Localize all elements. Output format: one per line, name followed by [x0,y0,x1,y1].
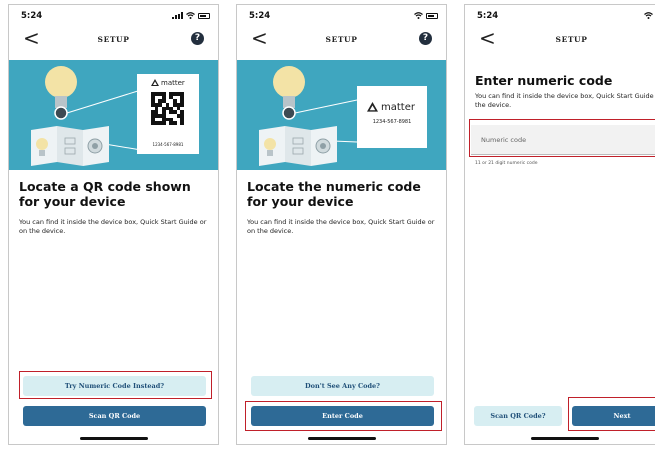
dont-see-any-code-button[interactable]: Don't See Any Code? [251,376,434,396]
qr-code [151,92,184,125]
screen-heading: Locate a QR code shown for your device [19,179,191,209]
home-indicator [79,437,148,440]
cellular-signal-icon [172,12,183,19]
wifi-icon [644,12,653,19]
screen-description: You can find it inside the device box, Q… [247,218,435,235]
highlight-frame [19,371,212,399]
numeric-code-illustration: matter 1234-567-8981 [237,60,446,170]
matter-setup-code: 1234-567-8981 [372,119,412,125]
status-time: 5:24 [249,11,271,21]
status-icons [644,12,655,19]
status-time: 5:24 [477,11,499,21]
header-bar: < SETUP ? [9,28,218,51]
help-icon[interactable]: ? [191,32,204,45]
matter-setup-code: 1234-567-8981 [152,142,184,147]
qr-module [180,121,184,125]
page-title: SETUP [97,35,130,44]
highlight-frame [568,397,655,431]
matter-mark-icon [151,79,159,86]
matter-logo: matter [151,79,185,87]
screen-locate-qr: 5:24 < SETUP ? matter 1234-567-8981 Loca… [8,4,219,445]
help-icon[interactable]: ? [419,32,432,45]
scan-qr-code-button[interactable]: Scan QR Code [23,406,206,426]
screen-locate-numeric: 5:24 < SETUP ? matter 1234-567-8981 Loca… [236,4,447,445]
screen-description: You can find it inside the device box, Q… [475,92,655,109]
highlight-frame [469,119,655,157]
wifi-icon [186,12,195,19]
header-bar: < SETUP ? [465,28,655,51]
wifi-icon [414,12,423,19]
home-indicator [307,437,376,440]
qr-illustration: matter 1234-567-8981 [9,60,218,170]
numeric-code-hint: 11 or 21 digit numeric code [475,161,538,166]
status-bar: 5:24 [475,11,655,23]
screen-enter-numeric: 5:24 < SETUP ? Enter numeric code You ca… [464,4,655,445]
matter-mark-icon [367,102,378,112]
status-bar: 5:24 [247,11,438,23]
matter-code-card: matter 1234-567-8981 [357,86,427,148]
screen-heading: Enter numeric code [475,73,613,88]
highlight-frame [245,401,442,431]
screen-description-text: You can find it inside the device box, Q… [475,92,655,109]
status-bar: 5:24 [19,11,210,23]
page-title: SETUP [325,35,358,44]
screen-description: You can find it inside the device box, Q… [19,218,207,235]
home-indicator [531,437,599,440]
battery-icon [198,12,210,19]
battery-icon [426,12,438,19]
screen-heading: Locate the numeric code for your device [247,179,421,209]
matter-logo: matter [367,102,415,113]
status-icons [172,12,210,19]
matter-qr-card: matter 1234-567-8981 [137,74,199,154]
matter-brand-label: matter [161,79,185,87]
header-bar: < SETUP ? [237,28,446,51]
status-time: 5:24 [21,11,43,21]
page-title: SETUP [555,35,588,44]
status-icons [414,12,438,19]
scan-qr-code-link-button[interactable]: Scan QR Code? [474,406,562,426]
matter-brand-label: matter [381,102,415,113]
